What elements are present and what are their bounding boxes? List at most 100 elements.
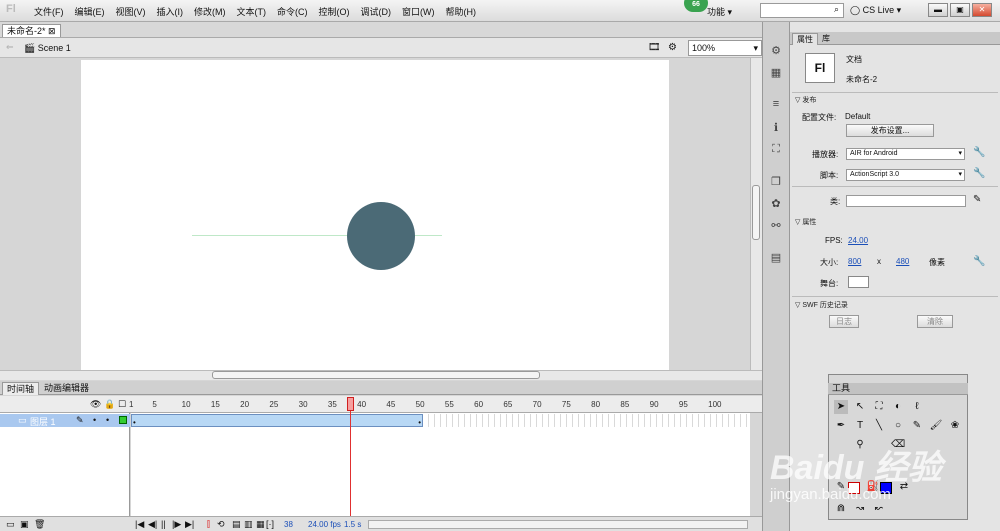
height-value[interactable]: 480 [896,257,909,266]
menu-item[interactable]: 视图(V) [116,5,146,18]
next-frame-icon[interactable]: |▶ [172,519,181,530]
horizontal-scroll-thumb[interactable] [212,371,540,379]
visible-dot-icon[interactable]: • [93,415,96,425]
properties-section-header[interactable]: ▽ 属性 [795,217,816,227]
menu-item[interactable]: 命令(C) [277,5,308,18]
edit-multiple-icon[interactable]: ▦ [256,519,265,530]
prev-frame-icon[interactable]: ◀| [148,519,157,530]
oval-tool-icon[interactable]: ○ [891,419,905,433]
pencil-tool-icon[interactable]: ✎ [910,419,924,433]
eye-icon[interactable]: 👁 [90,399,101,410]
menu-item[interactable]: 调试(D) [361,5,392,18]
tab-properties[interactable]: 属性 [792,33,818,45]
playhead[interactable] [347,397,354,411]
code-snippets-icon[interactable]: ❐ [768,175,784,189]
circle-symbol[interactable] [347,202,415,270]
search-icon[interactable]: ⌕ [834,4,839,15]
class-input[interactable] [846,195,966,207]
onion-outline-icon[interactable]: ▥ [244,519,253,530]
project-icon[interactable]: ▤ [768,251,784,265]
cs-live-button[interactable]: ◯ CS Live ▾ [850,5,901,16]
stage-color-swatch[interactable] [848,276,869,288]
edit-symbol-icon[interactable]: ⚙ [668,42,677,53]
first-frame-icon[interactable]: |◀ [135,519,144,530]
wrench-icon[interactable]: 🔧 [973,256,985,267]
help-search-input[interactable] [760,3,844,18]
smooth-icon[interactable]: ↝ [853,502,867,516]
lock-icon[interactable]: 🔒 [104,399,115,410]
vertical-scroll-thumb[interactable] [752,185,760,240]
wrench-icon[interactable]: 🔧 [973,147,985,158]
subselection-tool-icon[interactable]: ↖ [853,400,867,414]
menu-item[interactable]: 帮助(H) [446,5,477,18]
zoom-select[interactable]: 100% ▾ [688,40,762,56]
layer-name[interactable]: 图层 1 [30,415,56,428]
motion-tween-span[interactable]: • • [131,414,423,427]
script-select[interactable]: ActionScript 3.0 ▾ [846,169,965,181]
menu-item[interactable]: 控制(O) [319,5,350,18]
timeline-hscrollbar[interactable] [368,520,748,529]
deco-tool-icon[interactable]: ❀ [948,419,962,433]
lasso-icon[interactable]: ℓ [910,400,924,414]
log-button[interactable]: 日志 [829,315,859,328]
outline-color-swatch[interactable] [119,416,127,424]
menu-item[interactable]: 窗口(W) [402,5,435,18]
tab-timeline[interactable]: 时间轴 [2,382,40,395]
width-value[interactable]: 800 [848,257,861,266]
pen-icon[interactable]: ✒ [834,419,848,433]
menu-item[interactable]: 文本(T) [237,5,267,18]
transform-icon[interactable]: ⛶ [768,143,784,157]
publish-section-header[interactable]: ▽ 发布 [795,95,816,105]
pause-icon[interactable]: || [161,519,166,529]
components-icon[interactable]: ✿ [768,197,784,211]
text-tool-icon[interactable]: T [853,419,867,433]
document-tab[interactable]: 未命名-2* ⊠ [2,24,61,37]
brush-tool-icon[interactable]: 🖌 [929,419,943,433]
onion-skin-icon[interactable]: ▤ [232,519,241,530]
back-arrow-icon[interactable]: ⇐ [6,42,14,53]
free-transform-icon[interactable]: ⛶ [872,400,886,414]
straighten-icon[interactable]: ↜ [872,502,886,516]
frame-rate[interactable]: 24.00 fps [308,520,341,529]
frames-area[interactable] [131,413,750,516]
wrench-icon[interactable]: 🔧 [973,168,985,179]
swf-history-header[interactable]: ▽ SWF 历史记录 [795,300,848,310]
empty-frames[interactable] [423,414,750,427]
scene-breadcrumb[interactable]: 🎬 Scene 1 [24,43,71,54]
current-frame[interactable]: 38 [284,520,293,529]
lock-dot-icon[interactable]: • [106,415,109,425]
elapsed-time[interactable]: 1.5 s [344,520,361,529]
menu-item[interactable]: 插入(I) [157,5,184,18]
pencil-icon[interactable]: ✎ [973,194,981,205]
player-select[interactable]: AIR for Android ▾ [846,148,965,160]
loop-icon[interactable]: ⟲ [217,519,225,530]
notification-badge[interactable]: 66 [684,0,708,12]
minimize-button[interactable]: ▬ [928,3,948,17]
close-tab-icon[interactable]: ⊠ [48,26,56,36]
selection-tool-icon[interactable]: ➤ [834,400,848,414]
info-icon[interactable]: ℹ [768,121,784,135]
publish-settings-button[interactable]: 发布设置... [846,124,934,137]
3d-rotation-icon[interactable]: ◐ [891,400,905,414]
delete-layer-icon[interactable]: 🗑 [34,519,45,530]
menu-item[interactable]: 修改(M) [194,5,226,18]
last-frame-icon[interactable]: ▶| [185,519,194,530]
line-tool-icon[interactable]: ╲ [872,419,886,433]
tab-library[interactable]: 库 [818,33,834,45]
align-icon[interactable]: ≡ [768,98,784,112]
menu-item[interactable]: 编辑(E) [75,5,105,18]
maximize-button[interactable]: ▣ [950,3,970,17]
workspace-switcher[interactable]: 功能 ▾ [707,5,732,18]
tab-motion-editor[interactable]: 动画编辑器 [40,382,93,395]
outline-icon[interactable]: ☐ [118,399,126,410]
menu-item[interactable]: 文件(F) [34,5,64,18]
swatches-icon[interactable]: ▦ [768,66,784,80]
close-window-button[interactable]: ✕ [972,3,992,17]
snap-icon[interactable]: ⋒ [834,502,848,516]
new-folder-icon[interactable]: ▣ [20,519,29,530]
playhead-line[interactable] [350,398,351,516]
keyframe-start[interactable]: • [133,418,136,427]
edit-scene-icon[interactable]: 🎞 [648,42,661,53]
onion-markers-icon[interactable]: [·] [266,519,274,529]
keyframe-end[interactable]: • [418,418,421,427]
